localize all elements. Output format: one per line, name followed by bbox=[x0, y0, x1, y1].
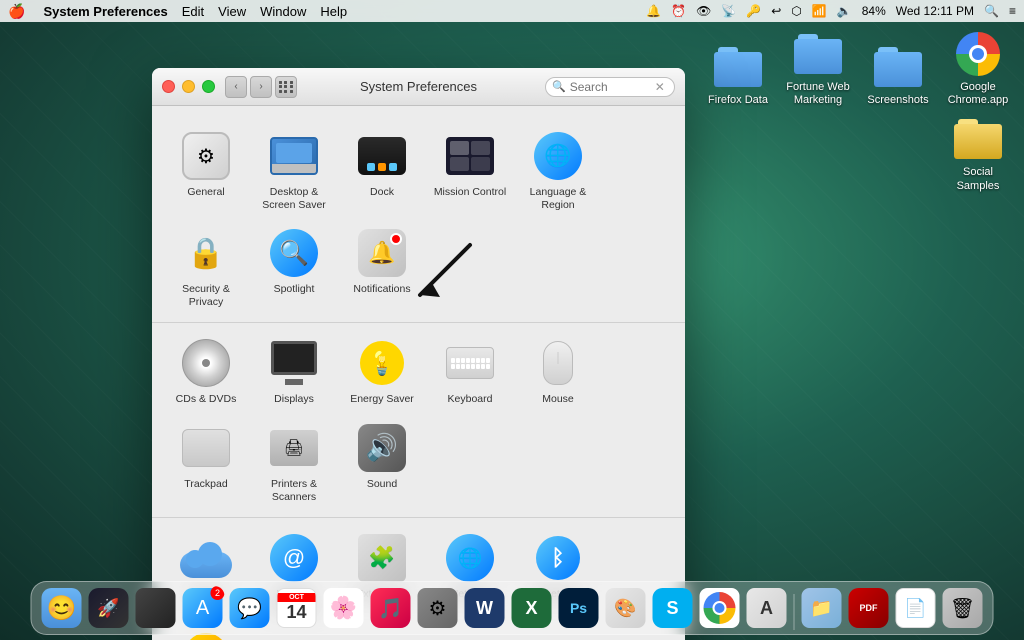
dock: 😊 🚀 A 2 💬 OCT 14 🌸 bbox=[31, 581, 994, 635]
back-button[interactable]: ‹ bbox=[225, 76, 247, 98]
menubar-notification[interactable]: 🔔 bbox=[646, 4, 661, 18]
pref-item-displays[interactable]: Displays bbox=[250, 329, 338, 414]
menubar-datetime[interactable]: Wed 12:11 PM bbox=[896, 4, 974, 18]
app-name[interactable]: System Preferences bbox=[43, 4, 167, 19]
pref-item-security-privacy[interactable]: 🔒 Security & Privacy bbox=[162, 219, 250, 316]
menu-view[interactable]: View bbox=[218, 4, 246, 19]
dock-calendar[interactable]: OCT 14 bbox=[275, 586, 319, 630]
personal-grid: ⚙ General Desktop & Screen Saver bbox=[162, 122, 675, 316]
desktop-icon-chrome-app[interactable]: Google Chrome.app bbox=[942, 30, 1014, 107]
dock-multiwin[interactable] bbox=[134, 586, 178, 630]
menubar-bullets[interactable]: ≡ bbox=[1009, 4, 1016, 18]
menubar-clock[interactable]: ⏰ bbox=[671, 4, 686, 18]
desktop: 🍎 System Preferences Edit View Window He… bbox=[0, 0, 1024, 640]
pref-item-keyboard[interactable]: Keyboard bbox=[426, 329, 514, 414]
pref-item-energy-saver[interactable]: 💡 Energy Saver bbox=[338, 329, 426, 414]
dock-photoshop[interactable]: Ps bbox=[557, 586, 601, 630]
dock-excel[interactable]: X bbox=[510, 586, 554, 630]
apple-menu[interactable]: 🍎 bbox=[8, 3, 25, 20]
section-hardware: CDs & DVDs Displays 💡 bbox=[152, 323, 685, 518]
window-title: System Preferences bbox=[360, 79, 477, 94]
dock-finder2[interactable]: 📁 bbox=[800, 586, 844, 630]
search-clear-button[interactable]: ✕ bbox=[655, 80, 665, 94]
pref-item-notifications[interactable]: 🔔 Notifications bbox=[338, 219, 426, 316]
section-personal: ⚙ General Desktop & Screen Saver bbox=[152, 116, 685, 323]
menubar-bluetooth[interactable]: ⬡ bbox=[791, 4, 801, 18]
hardware-grid: CDs & DVDs Displays 💡 bbox=[162, 329, 675, 511]
dock-pdf-editor[interactable]: PDF bbox=[847, 586, 891, 630]
search-box[interactable]: 🔍 ✕ bbox=[545, 77, 675, 97]
dock-photos2[interactable]: 🎨 bbox=[604, 586, 648, 630]
nav-buttons: ‹ › bbox=[225, 76, 272, 98]
search-icon: 🔍 bbox=[552, 80, 566, 93]
pref-item-mission-control[interactable]: Mission Control bbox=[426, 122, 514, 219]
close-button[interactable] bbox=[162, 80, 175, 93]
preferences-content: ⚙ General Desktop & Screen Saver bbox=[152, 106, 685, 640]
minimize-button[interactable] bbox=[182, 80, 195, 93]
dock-finder[interactable]: 😊 bbox=[40, 586, 84, 630]
menubar: 🍎 System Preferences Edit View Window He… bbox=[0, 0, 1024, 22]
pref-item-desktop-screensaver[interactable]: Desktop & Screen Saver bbox=[250, 122, 338, 219]
forward-button[interactable]: › bbox=[250, 76, 272, 98]
dock-font-book[interactable]: A bbox=[745, 586, 789, 630]
pref-item-dock[interactable]: Dock bbox=[338, 122, 426, 219]
dock-pages[interactable]: 📄 bbox=[894, 586, 938, 630]
grid-view-button[interactable] bbox=[275, 76, 297, 98]
window-controls bbox=[162, 80, 215, 93]
dock-launchpad[interactable]: 🚀 bbox=[87, 586, 131, 630]
pref-item-trackpad[interactable]: Trackpad bbox=[162, 414, 250, 511]
dock-trash[interactable]: 🗑 bbox=[941, 586, 985, 630]
dock-chrome[interactable] bbox=[698, 586, 742, 630]
menu-window[interactable]: Window bbox=[260, 4, 306, 19]
maximize-button[interactable] bbox=[202, 80, 215, 93]
desktop-icon-fortune-web[interactable]: Fortune Web Marketing bbox=[782, 30, 854, 107]
menubar-wifi[interactable]: 📶 bbox=[812, 4, 827, 18]
dock-photos[interactable]: 🌸 bbox=[322, 586, 366, 630]
menubar-battery[interactable]: 84% bbox=[862, 4, 886, 18]
pref-item-cds-dvds[interactable]: CDs & DVDs bbox=[162, 329, 250, 414]
menubar-volume[interactable]: 🔈 bbox=[837, 4, 852, 18]
dock-itunes[interactable]: 🎵 bbox=[369, 586, 413, 630]
pref-item-printers-scanners[interactable]: 🖨 Printers & Scanners bbox=[250, 414, 338, 511]
titlebar: ‹ › System Preferences 🔍 ✕ bbox=[152, 68, 685, 106]
desktop-icon-screenshots[interactable]: Screenshots bbox=[862, 43, 934, 107]
menubar-screentime[interactable]: 👁 bbox=[696, 4, 711, 18]
dock-separator bbox=[794, 594, 795, 630]
menu-help[interactable]: Help bbox=[320, 4, 347, 19]
pref-item-language-region[interactable]: 🌐 Language & Region bbox=[514, 122, 602, 219]
menubar-keychain[interactable]: 🔑 bbox=[746, 4, 761, 18]
dock-system-prefs[interactable]: ⚙ bbox=[416, 586, 460, 630]
dock-skype[interactable]: S bbox=[651, 586, 695, 630]
dock-word[interactable]: W bbox=[463, 586, 507, 630]
desktop-icon-firefox-data[interactable]: Firefox Data bbox=[702, 43, 774, 107]
desktop-icons-area: Firefox Data Fortune Web Marketing bbox=[702, 30, 1014, 193]
dock-app-store[interactable]: A 2 bbox=[181, 586, 225, 630]
desktop-icon-social-samples[interactable]: Social Samples bbox=[942, 115, 1014, 192]
system-preferences-window: ‹ › System Preferences 🔍 ✕ bbox=[152, 68, 685, 640]
pref-item-sound[interactable]: 🔊 Sound bbox=[338, 414, 426, 511]
pref-item-mouse[interactable]: Mouse bbox=[514, 329, 602, 414]
menu-edit[interactable]: Edit bbox=[182, 4, 204, 19]
pref-item-spotlight[interactable]: 🔍 Spotlight bbox=[250, 219, 338, 316]
menubar-search[interactable]: 🔍 bbox=[984, 4, 999, 18]
menubar-timemachine[interactable]: ↩ bbox=[771, 4, 781, 18]
pref-item-general[interactable]: ⚙ General bbox=[162, 122, 250, 219]
search-input[interactable] bbox=[570, 80, 655, 94]
menubar-airdrop[interactable]: 📡 bbox=[721, 4, 736, 18]
dock-messages[interactable]: 💬 bbox=[228, 586, 272, 630]
